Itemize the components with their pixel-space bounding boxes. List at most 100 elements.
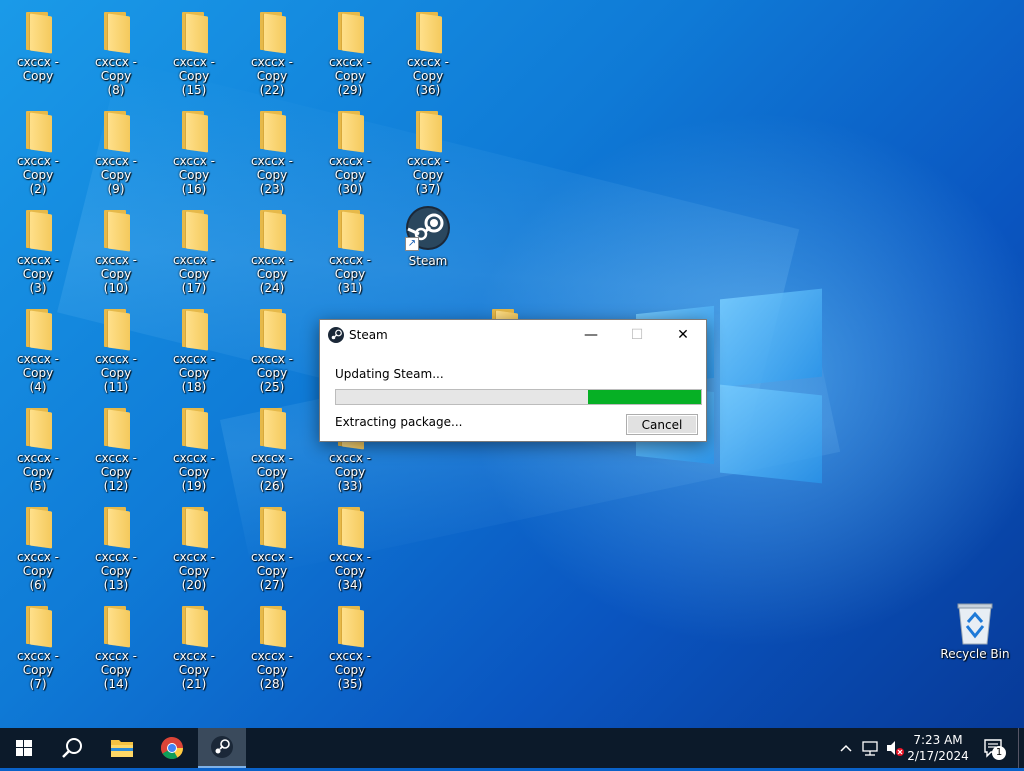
- icon-label: cxccx - Copy (30): [329, 154, 371, 196]
- close-button[interactable]: ✕: [660, 320, 706, 350]
- desktop-folder-c37[interactable]: cxccx - Copy (37): [390, 101, 466, 196]
- icon-label: cxccx - Copy (26): [251, 451, 293, 493]
- folder-icon: [180, 606, 208, 648]
- update-status-text: Updating Steam...: [335, 367, 444, 381]
- desktop-folder-c7[interactable]: cxccx - Copy (7): [0, 596, 76, 691]
- steam-shortcut[interactable]: ↗ Steam: [390, 205, 466, 295]
- folder-icon: [258, 507, 286, 549]
- desktop-folder-c28[interactable]: cxccx - Copy (28): [234, 596, 310, 691]
- icon-label: cxccx - Copy: [17, 55, 59, 83]
- folder-icon: [180, 309, 208, 351]
- folder-icon: [102, 210, 130, 252]
- desktop-folder-c26[interactable]: cxccx - Copy (26): [234, 398, 310, 493]
- start-button[interactable]: [0, 728, 48, 768]
- desktop-folder-c25[interactable]: cxccx - Copy (25): [234, 299, 310, 394]
- icon-label: cxccx - Copy (3): [17, 253, 59, 295]
- maximize-icon: ☐: [630, 327, 644, 343]
- icon-label: cxccx - Copy (12): [95, 451, 137, 493]
- desktop-folder-c31[interactable]: cxccx - Copy (31): [312, 200, 388, 295]
- taskbar: 7:23 AM 2/17/2024 1: [0, 728, 1024, 768]
- folder-icon: [258, 12, 286, 54]
- steam-update-dialog[interactable]: Steam — ☐ ✕ Updating Steam... Extracting…: [319, 319, 707, 442]
- desktop-folder-c12[interactable]: cxccx - Copy (12): [78, 398, 154, 493]
- desktop-folder-c35[interactable]: cxccx - Copy (35): [312, 596, 388, 691]
- folder-icon: [258, 408, 286, 450]
- desktop-folder-c16[interactable]: cxccx - Copy (16): [156, 101, 232, 196]
- network-icon: [862, 741, 878, 756]
- desktop-folder-c11[interactable]: cxccx - Copy (11): [78, 299, 154, 394]
- desktop-folder-c29[interactable]: cxccx - Copy (29): [312, 2, 388, 97]
- file-explorer-button[interactable]: [98, 728, 146, 768]
- chrome-button[interactable]: [148, 728, 196, 768]
- desktop-folder-c5[interactable]: cxccx - Copy (5): [0, 398, 76, 493]
- dialog-body: Updating Steam... Extracting package... …: [320, 350, 706, 441]
- shortcut-arrow-icon: ↗: [405, 237, 419, 251]
- folder-icon: [258, 606, 286, 648]
- desktop[interactable]: cxccx - Copy cxccx - Copy (2) cxccx - Copy…: [0, 0, 1024, 728]
- desktop-folder-c13[interactable]: cxccx - Copy (13): [78, 497, 154, 592]
- dialog-titlebar[interactable]: Steam — ☐ ✕: [320, 320, 706, 350]
- icon-label: cxccx - Copy (37): [407, 154, 449, 196]
- desktop-folder-c14[interactable]: cxccx - Copy (14): [78, 596, 154, 691]
- steam-taskbar-button[interactable]: [198, 728, 246, 768]
- icon-label: cxccx - Copy (4): [17, 352, 59, 394]
- icon-label: cxccx - Copy (15): [173, 55, 215, 97]
- desktop-folder-c21[interactable]: cxccx - Copy (21): [156, 596, 232, 691]
- steam-icon: ↗: [405, 205, 451, 251]
- cancel-button[interactable]: Cancel: [626, 414, 698, 435]
- minimize-button[interactable]: —: [568, 320, 614, 350]
- icon-label: cxccx - Copy (34): [329, 550, 371, 592]
- action-center-button[interactable]: 1: [980, 728, 1010, 768]
- taskbar-clock[interactable]: 7:23 AM 2/17/2024: [900, 732, 976, 764]
- icon-label: Recycle Bin: [940, 647, 1010, 661]
- icon-label: cxccx - Copy (28): [251, 649, 293, 691]
- icon-label: cxccx - Copy (11): [95, 352, 137, 394]
- show-desktop-button[interactable]: [1018, 728, 1024, 768]
- icon-label: cxccx - Copy (19): [173, 451, 215, 493]
- desktop-folder-c8[interactable]: cxccx - Copy (8): [78, 2, 154, 97]
- icon-label: cxccx - Copy (24): [251, 253, 293, 295]
- desktop-folder-c20[interactable]: cxccx - Copy (20): [156, 497, 232, 592]
- desktop-folder-c15[interactable]: cxccx - Copy (15): [156, 2, 232, 97]
- folder-icon: [258, 309, 286, 351]
- desktop-folder-c19[interactable]: cxccx - Copy (19): [156, 398, 232, 493]
- desktop-folder-c10[interactable]: cxccx - Copy (10): [78, 200, 154, 295]
- network-status-button[interactable]: [860, 728, 882, 768]
- desktop-folder-c2[interactable]: cxccx - Copy (2): [0, 101, 76, 196]
- desktop-folder-c23[interactable]: cxccx - Copy (23): [234, 101, 310, 196]
- desktop-folder-c34[interactable]: cxccx - Copy (34): [312, 497, 388, 592]
- folder-icon: [102, 111, 130, 153]
- steam-icon: [211, 736, 233, 758]
- show-hidden-icons-button[interactable]: [836, 728, 856, 768]
- folder-icon: [336, 507, 364, 549]
- desktop-folder-c9[interactable]: cxccx - Copy (9): [78, 101, 154, 196]
- icon-label: cxccx - Copy (23): [251, 154, 293, 196]
- desktop-folder-c6[interactable]: cxccx - Copy (6): [0, 497, 76, 592]
- folder-icon: [180, 12, 208, 54]
- close-icon: ✕: [677, 327, 689, 343]
- desktop-folder-c4[interactable]: cxccx - Copy (4): [0, 299, 76, 394]
- notification-count-badge: 1: [992, 746, 1006, 760]
- desktop-folder-c30[interactable]: cxccx - Copy (30): [312, 101, 388, 196]
- desktop-folder-c27[interactable]: cxccx - Copy (27): [234, 497, 310, 592]
- desktop-folder-c1[interactable]: cxccx - Copy: [0, 2, 76, 92]
- desktop-folder-c24[interactable]: cxccx - Copy (24): [234, 200, 310, 295]
- search-button[interactable]: [48, 728, 96, 768]
- folder-icon: [24, 507, 52, 549]
- desktop-folder-c3[interactable]: cxccx - Copy (3): [0, 200, 76, 295]
- desktop-folder-c17[interactable]: cxccx - Copy (17): [156, 200, 232, 295]
- icon-label: cxccx - Copy (6): [17, 550, 59, 592]
- desktop-folder-c36[interactable]: cxccx - Copy (36): [390, 2, 466, 97]
- folder-icon: [24, 210, 52, 252]
- folder-icon: [336, 12, 364, 54]
- folder-icon: [258, 210, 286, 252]
- folder-icon: [24, 12, 52, 54]
- desktop-folder-c22[interactable]: cxccx - Copy (22): [234, 2, 310, 97]
- icon-label: cxccx - Copy (14): [95, 649, 137, 691]
- desktop-folder-c18[interactable]: cxccx - Copy (18): [156, 299, 232, 394]
- progress-fill: [587, 390, 701, 404]
- folder-icon: [102, 507, 130, 549]
- icon-label: cxccx - Copy (35): [329, 649, 371, 691]
- recycle-bin[interactable]: Recycle Bin: [937, 600, 1013, 690]
- folder-icon: [180, 111, 208, 153]
